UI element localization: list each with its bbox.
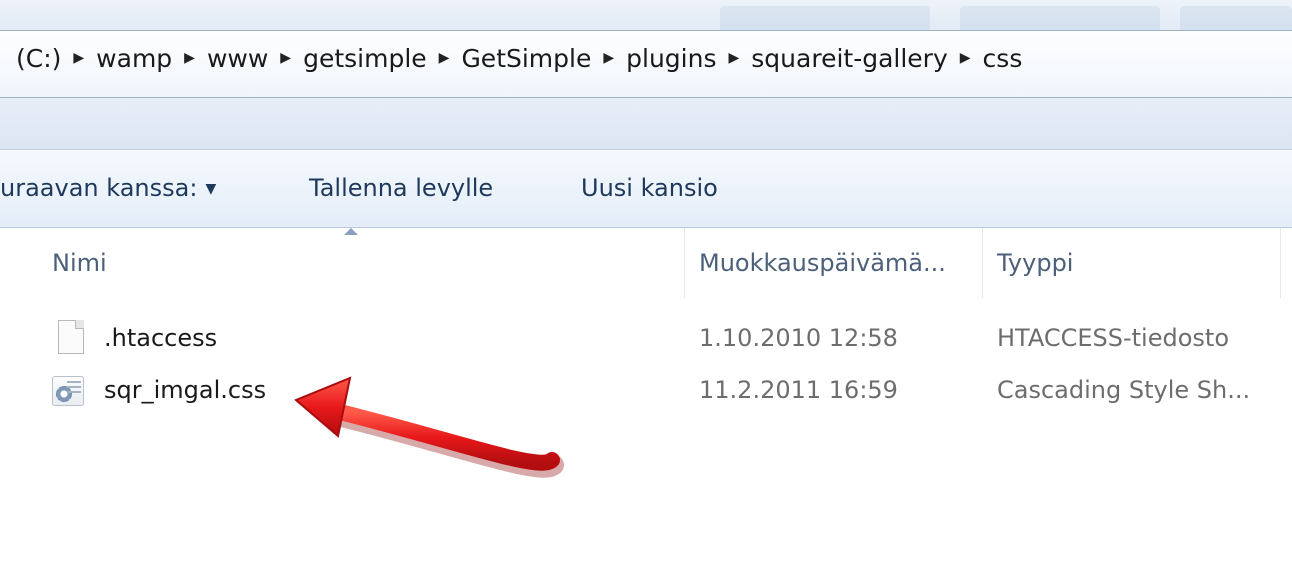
red-arrow-annotation <box>294 376 564 478</box>
red-arrow-icon <box>294 376 564 478</box>
